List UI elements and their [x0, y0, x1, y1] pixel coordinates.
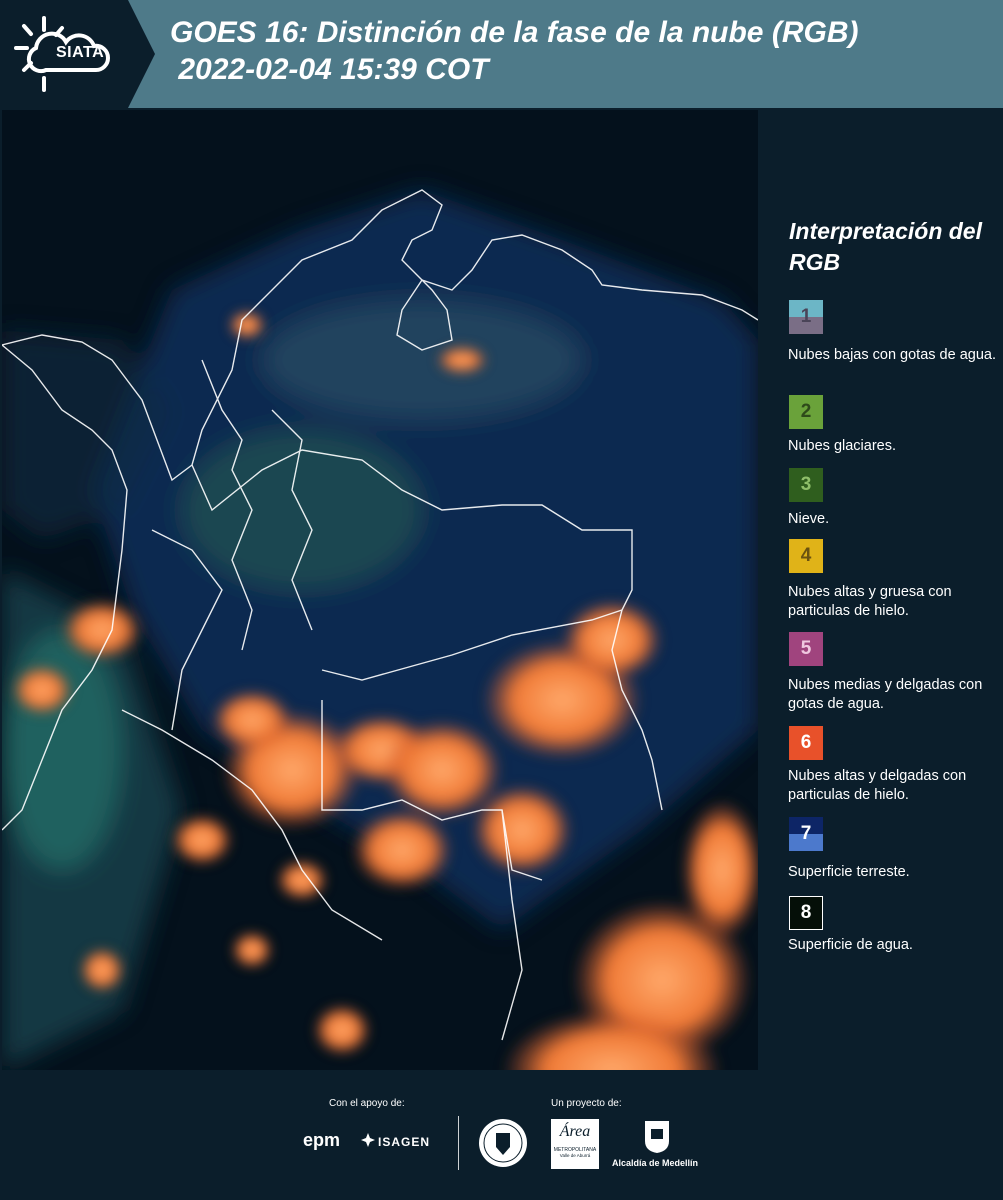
legend-title: Interpretación del RGB [789, 218, 982, 275]
epm-logo: epm [303, 1130, 340, 1151]
legend-num-8: 8 [800, 902, 812, 923]
area-metropolitana-logo: Área METROPOLITANA Valle de Aburrá [551, 1119, 599, 1169]
legend-swatch-3: 3 [789, 468, 823, 502]
satellite-map [2, 110, 758, 1070]
legend-swatch-8: 8 [789, 896, 823, 930]
satellite-image [2, 110, 758, 1070]
legend-label-6: Nubes altas y delgadas con particulas de… [788, 768, 967, 803]
legend-num-7: 7 [800, 823, 812, 844]
header-bar: SIATA GOES 16: Distinción de la fase de … [0, 0, 1003, 108]
legend-label-2: Nubes glaciares. [788, 438, 896, 454]
legend-swatch-6: 6 [789, 726, 823, 760]
legend-swatch-7: 7 [789, 817, 823, 851]
legend-num-5: 5 [800, 638, 812, 659]
legend-num-1: 1 [800, 306, 812, 327]
legend-label-7: Superficie terreste. [788, 864, 910, 880]
seal-icon [479, 1119, 527, 1167]
logo-text: SIATA [56, 44, 105, 61]
footer: Con el apoyo de: epm ISAGEN Un proyecto … [0, 1072, 1003, 1200]
footer-divider [458, 1116, 459, 1170]
legend-swatch-5: 5 [789, 632, 823, 666]
legend-label-1: Nubes bajas con gotas de agua. [788, 347, 996, 363]
legend-num-4: 4 [800, 545, 812, 566]
project-label: Un proyecto de: [551, 1098, 622, 1109]
title-line-1: GOES 16: Distinción de la fase de la nub… [170, 16, 859, 49]
legend-num-2: 2 [800, 401, 812, 422]
legend-label-5: Nubes medias y delgadas con gotas de agu… [788, 677, 983, 712]
legend-label-8: Superficie de agua. [788, 937, 913, 953]
medellin-logo-text: Alcaldía de Medellín [612, 1158, 699, 1168]
medellin-crest-icon [645, 1121, 669, 1153]
legend-swatch-4: 4 [789, 539, 823, 573]
isagen-icon [361, 1133, 375, 1147]
legend-swatch-1: 1 [789, 300, 823, 334]
legend-num-6: 6 [800, 732, 812, 753]
legend-num-3: 3 [800, 474, 812, 495]
legend-swatch-2: 2 [789, 395, 823, 429]
title-line-2: 2022-02-04 15:39 COT [170, 53, 489, 86]
support-label: Con el apoyo de: [329, 1098, 405, 1109]
legend-label-3: Nieve. [788, 511, 830, 527]
area-logo-subtext: Valle de Aburrá [559, 1153, 591, 1158]
legend-panel: Interpretación del RGB 1 Nubes bajas con… [760, 110, 1003, 1070]
epm-logo-text: epm [303, 1130, 341, 1150]
legend-label-4: Nubes altas y gruesa con particulas de h… [788, 584, 952, 619]
page-title: GOES 16: Distinción de la fase de la nub… [170, 14, 858, 88]
isagen-logo-text: ISAGEN [378, 1135, 431, 1149]
